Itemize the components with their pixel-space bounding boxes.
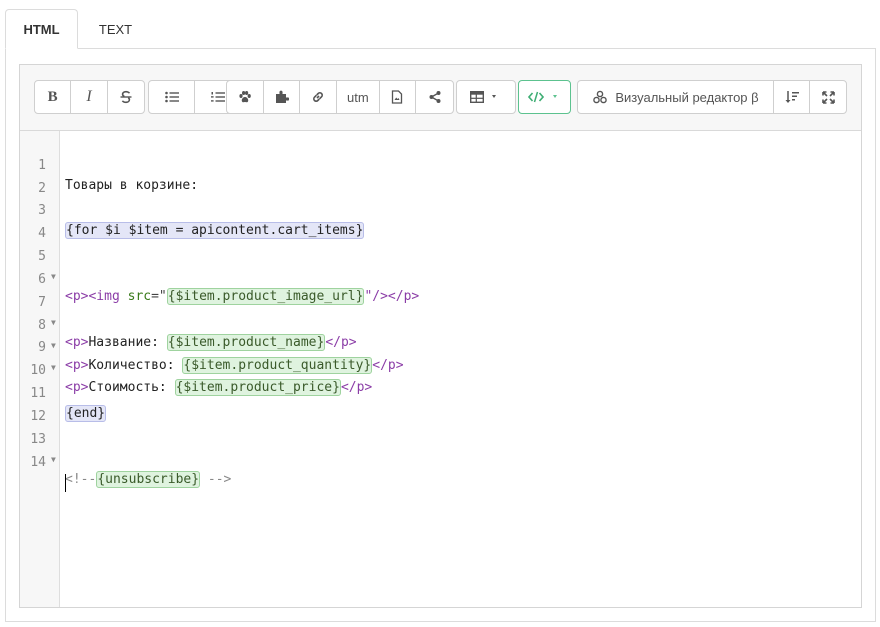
italic-button[interactable]: I [71, 81, 108, 113]
code-line: 11 {end} [20, 364, 107, 422]
bulleted-list-button[interactable] [149, 81, 195, 113]
html-tag: <p> [65, 380, 89, 395]
code-line: 10 [20, 341, 67, 378]
code-line: 3 {for $i $item = apicontent.cart_items} [20, 181, 365, 239]
share-icon [429, 91, 441, 103]
html-tag: </p> [372, 358, 404, 373]
code-line: 5 ▼ <p><img src="{$item.product_image_ur… [20, 227, 419, 305]
code-line: 9 ▼ <p>Стоимость: {$item.product_price}<… [20, 318, 372, 396]
code-line: 13 ▼ <!--{unsubscribe} --> [20, 410, 231, 488]
chevron-down-icon [552, 95, 557, 98]
code-editor: B I utm Визуальный редактор β 1 Товары в… [19, 64, 862, 608]
html-attr: src [127, 289, 152, 304]
html-tag: <p> [65, 335, 89, 350]
tab-bar: HTML TEXT [5, 9, 153, 49]
editor-toolbar: B I utm Визуальный редактор β [20, 65, 861, 131]
html-tag: </p> [325, 335, 357, 350]
code-line: 1 Товары в корзине: [20, 136, 198, 193]
code-view-button[interactable] [519, 81, 570, 113]
puzzle-icon [275, 90, 289, 103]
html-tag: <p><img [65, 289, 128, 304]
link-icon [313, 92, 324, 102]
code-text: Название: [88, 335, 167, 350]
share-button[interactable] [416, 81, 453, 113]
code-line: 12 [20, 387, 67, 424]
html-tag: "/></p> [364, 289, 420, 304]
link-button[interactable] [300, 81, 338, 113]
document-icon [392, 90, 403, 104]
code-line: 7 ▼ <p>Название: {$item.product_name}</p… [20, 273, 357, 351]
table-dropdown-button[interactable] [457, 81, 515, 113]
template-var: {$item.product_quantity} [182, 357, 373, 374]
template-var: {$item.product_name} [166, 334, 326, 351]
template-var: {unsubscribe} [96, 471, 201, 488]
code-text: Стоимость: [88, 380, 175, 395]
strikethrough-icon [120, 90, 132, 104]
sort-icon [785, 91, 799, 103]
code-view-group [518, 80, 571, 114]
template-var: {$item.product_image_url} [166, 288, 365, 305]
html-punc: =" [151, 289, 167, 304]
utm-button[interactable]: utm [337, 81, 380, 113]
template-var: {$item.product_price} [174, 379, 341, 396]
tab-html[interactable]: HTML [5, 9, 78, 49]
format-group: B I [34, 80, 145, 114]
code-text: Количество: [88, 358, 183, 373]
strikethrough-button[interactable] [108, 81, 144, 113]
table-group [456, 80, 516, 114]
code-line: 2 [20, 159, 67, 196]
paw-button[interactable] [227, 81, 264, 113]
code-icon [527, 91, 544, 103]
table-icon [470, 91, 484, 103]
chevron-down-icon [492, 95, 496, 98]
puzzle-button[interactable] [264, 81, 301, 113]
insert-group: utm [226, 80, 454, 114]
fullscreen-button[interactable] [810, 81, 846, 113]
numbered-list-icon [211, 92, 225, 102]
html-tag: <p> [65, 358, 89, 373]
template-end-tag: {end} [65, 405, 107, 422]
code-content[interactable]: 1 Товары в корзине: 2 3 {for $i $item = … [20, 131, 861, 607]
comment-text: --> [200, 472, 232, 487]
tab-text[interactable]: TEXT [78, 9, 153, 49]
code-line: 6 [20, 250, 67, 287]
line-number: 14 [30, 455, 46, 470]
bold-button[interactable]: B [35, 81, 72, 113]
bold-icon: B [47, 88, 58, 105]
code-line: 4 [20, 204, 67, 241]
sort-button[interactable] [774, 81, 810, 113]
bulleted-list-icon [164, 91, 179, 103]
code-text: Товары в корзине: [65, 178, 199, 193]
visual-editor-icon [593, 90, 608, 104]
visual-editor-button[interactable]: Визуальный редактор β [578, 81, 774, 113]
html-tag: </p> [340, 380, 373, 395]
italic-icon: I [86, 88, 92, 105]
utm-label: utm [346, 89, 369, 105]
visual-editor-label: Визуальный редактор β [615, 89, 759, 105]
comment-text: <!-- [65, 472, 97, 487]
code-line: 14 [20, 433, 67, 492]
fullscreen-icon [821, 90, 835, 104]
template-for-tag: {for $i $item = apicontent.cart_items} [65, 222, 365, 239]
paw-icon [239, 91, 251, 103]
text-cursor [65, 473, 66, 492]
code-line: 8 ▼ <p>Количество: {$item.product_quanti… [20, 296, 404, 374]
view-group: Визуальный редактор β [577, 80, 847, 114]
document-button[interactable] [380, 81, 417, 113]
